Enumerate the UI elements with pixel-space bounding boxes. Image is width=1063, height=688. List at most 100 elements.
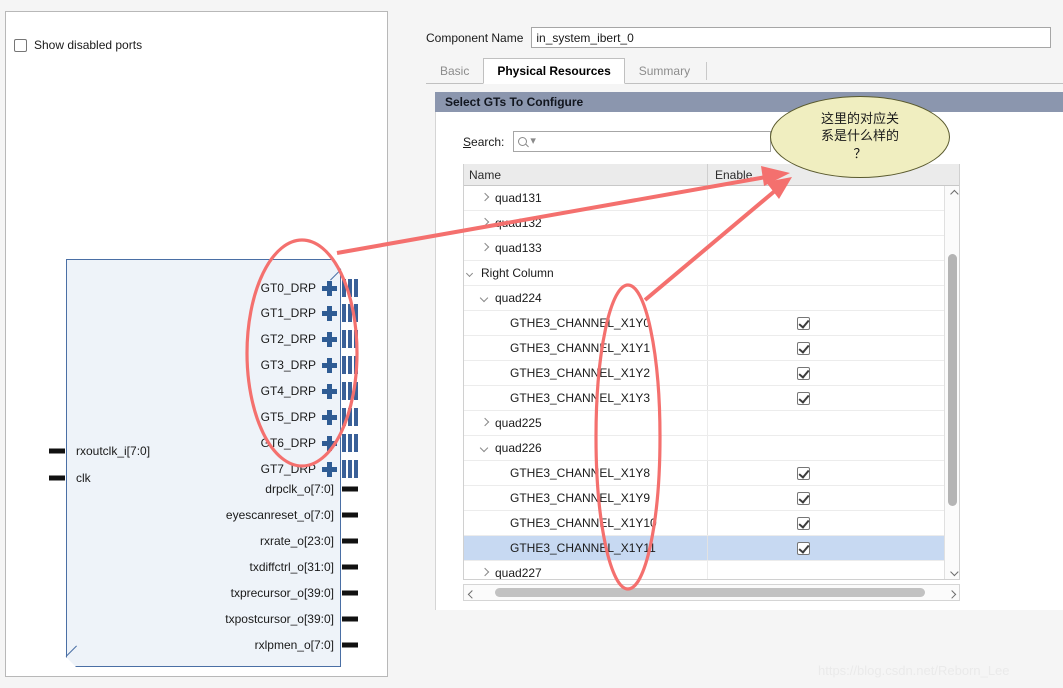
cell-name[interactable]: quad133: [464, 236, 707, 260]
table-row[interactable]: GTHE3_CHANNEL_X1Y9: [464, 486, 959, 511]
cell-name[interactable]: GTHE3_CHANNEL_X1Y9: [464, 486, 707, 510]
enable-checkbox[interactable]: [797, 367, 810, 380]
scroll-up-icon[interactable]: [945, 186, 960, 201]
cell-enable[interactable]: [708, 561, 959, 580]
cell-name[interactable]: quad226: [464, 436, 707, 460]
cell-name[interactable]: GTHE3_CHANNEL_X1Y1: [464, 336, 707, 360]
ip-block-symbol[interactable]: GT0_DRPGT1_DRPGT2_DRPGT3_DRPGT4_DRPGT5_D…: [66, 259, 341, 667]
output-port-eyescanreset_o[interactable]: eyescanreset_o[7:0]: [226, 506, 340, 524]
cell-name[interactable]: quad132: [464, 211, 707, 235]
enable-checkbox[interactable]: [797, 517, 810, 530]
bus-port-gt0_drp[interactable]: GT0_DRP: [261, 277, 340, 299]
horizontal-scroll-thumb[interactable]: [495, 588, 925, 597]
input-port-rxoutclk_i[interactable]: rxoutclk_i[7:0]: [67, 444, 150, 458]
cell-name[interactable]: quad227: [464, 561, 707, 580]
cell-enable[interactable]: [708, 411, 959, 435]
bus-port-gt7_drp[interactable]: GT7_DRP: [261, 458, 340, 480]
cell-enable[interactable]: [708, 311, 959, 335]
expand-plus-icon[interactable]: [322, 384, 337, 399]
output-port-txpostcursor_o[interactable]: txpostcursor_o[39:0]: [225, 610, 340, 628]
bus-port-gt2_drp[interactable]: GT2_DRP: [261, 328, 340, 350]
cell-name[interactable]: GTHE3_CHANNEL_X1Y8: [464, 461, 707, 485]
scroll-right-icon[interactable]: [944, 585, 959, 600]
output-port-txdiffctrl_o[interactable]: txdiffctrl_o[31:0]: [250, 558, 341, 576]
table-row[interactable]: quad226: [464, 436, 959, 461]
bus-port-gt4_drp[interactable]: GT4_DRP: [261, 380, 340, 402]
cell-enable[interactable]: [708, 461, 959, 485]
cell-name[interactable]: Right Column: [464, 261, 707, 285]
input-port-clk[interactable]: clk: [67, 471, 91, 485]
tab-physical-resources[interactable]: Physical Resources: [483, 58, 624, 84]
bus-port-gt6_drp[interactable]: GT6_DRP: [261, 432, 340, 454]
cell-enable[interactable]: [708, 211, 959, 235]
search-input[interactable]: ▾: [513, 131, 771, 152]
cell-enable[interactable]: [708, 361, 959, 385]
chevron-down-icon[interactable]: ▾: [530, 136, 536, 147]
cell-name[interactable]: GTHE3_CHANNEL_X1Y2: [464, 361, 707, 385]
cell-enable[interactable]: [708, 286, 959, 310]
vertical-scroll-thumb[interactable]: [948, 254, 957, 506]
cell-enable[interactable]: [708, 436, 959, 460]
cell-name[interactable]: quad224: [464, 286, 707, 310]
gt-tree-table[interactable]: Name Enable quad131quad132quad133Right C…: [463, 164, 960, 580]
chevron-right-icon[interactable]: [478, 241, 492, 255]
enable-checkbox[interactable]: [797, 467, 810, 480]
cell-enable[interactable]: [708, 236, 959, 260]
table-row[interactable]: GTHE3_CHANNEL_X1Y1: [464, 336, 959, 361]
cell-enable[interactable]: [708, 511, 959, 535]
table-row[interactable]: quad131: [464, 186, 959, 211]
cell-name[interactable]: GTHE3_CHANNEL_X1Y10: [464, 511, 707, 535]
expand-plus-icon[interactable]: [322, 281, 337, 296]
cell-name[interactable]: quad225: [464, 411, 707, 435]
table-row[interactable]: quad133: [464, 236, 959, 261]
output-port-drpclk_o[interactable]: drpclk_o[7:0]: [265, 480, 340, 498]
table-horizontal-scrollbar[interactable]: [463, 584, 960, 601]
expand-plus-icon[interactable]: [322, 436, 337, 451]
chevron-down-icon[interactable]: [478, 441, 492, 455]
table-row[interactable]: quad225: [464, 411, 959, 436]
cell-enable[interactable]: [708, 186, 959, 210]
chevron-down-icon[interactable]: [478, 291, 492, 305]
expand-plus-icon[interactable]: [322, 332, 337, 347]
component-name-input[interactable]: [531, 27, 1051, 48]
cell-name[interactable]: GTHE3_CHANNEL_X1Y0: [464, 311, 707, 335]
scroll-left-icon[interactable]: [464, 585, 479, 600]
tab-basic[interactable]: Basic: [426, 57, 483, 83]
table-row[interactable]: Right Column: [464, 261, 959, 286]
cell-name[interactable]: GTHE3_CHANNEL_X1Y3: [464, 386, 707, 410]
chevron-right-icon[interactable]: [478, 566, 492, 580]
tab-summary[interactable]: Summary: [625, 57, 704, 83]
scroll-down-icon[interactable]: [945, 564, 960, 579]
table-row[interactable]: quad224: [464, 286, 959, 311]
cell-name[interactable]: GTHE3_CHANNEL_X1Y11: [464, 536, 707, 560]
output-port-rxlpmen_o[interactable]: rxlpmen_o[7:0]: [255, 636, 340, 654]
cell-enable[interactable]: [708, 486, 959, 510]
chevron-right-icon[interactable]: [478, 191, 492, 205]
table-row[interactable]: GTHE3_CHANNEL_X1Y3: [464, 386, 959, 411]
column-header-name[interactable]: Name: [464, 164, 707, 185]
output-port-txprecursor_o[interactable]: txprecursor_o[39:0]: [231, 584, 340, 602]
enable-checkbox[interactable]: [797, 492, 810, 505]
table-vertical-scrollbar[interactable]: [944, 186, 959, 579]
cell-enable[interactable]: [708, 336, 959, 360]
table-row[interactable]: GTHE3_CHANNEL_X1Y0: [464, 311, 959, 336]
cell-enable[interactable]: [708, 536, 959, 560]
table-row[interactable]: GTHE3_CHANNEL_X1Y11: [464, 536, 959, 561]
enable-checkbox[interactable]: [797, 317, 810, 330]
cell-enable[interactable]: [708, 261, 959, 285]
show-disabled-ports-checkbox[interactable]: Show disabled ports: [14, 38, 142, 52]
expand-plus-icon[interactable]: [322, 410, 337, 425]
cell-enable[interactable]: [708, 386, 959, 410]
table-row[interactable]: quad227: [464, 561, 959, 580]
cell-name[interactable]: quad131: [464, 186, 707, 210]
expand-plus-icon[interactable]: [322, 462, 337, 477]
bus-port-gt3_drp[interactable]: GT3_DRP: [261, 354, 340, 376]
chevron-right-icon[interactable]: [478, 416, 492, 430]
enable-checkbox[interactable]: [797, 342, 810, 355]
checkbox-box[interactable]: [14, 39, 27, 52]
table-row[interactable]: quad132: [464, 211, 959, 236]
bus-port-gt5_drp[interactable]: GT5_DRP: [261, 406, 340, 428]
chevron-right-icon[interactable]: [478, 216, 492, 230]
output-port-rxrate_o[interactable]: rxrate_o[23:0]: [260, 532, 340, 550]
table-row[interactable]: GTHE3_CHANNEL_X1Y8: [464, 461, 959, 486]
